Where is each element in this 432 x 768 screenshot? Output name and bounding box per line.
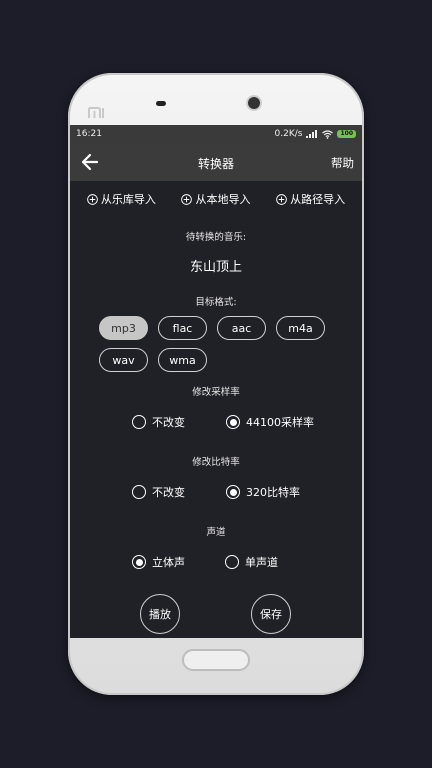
bit-rate-320-radio[interactable]: 320比特率 — [226, 484, 300, 500]
import-path-button[interactable]: 从路径导入 — [276, 191, 345, 207]
page-title: 转换器 — [197, 157, 234, 171]
target-format-label: 目标格式: — [195, 297, 237, 308]
radio-label: 不改变 — [152, 416, 185, 429]
import-local-label: 从本地导入 — [195, 193, 251, 206]
plus-circle-icon — [87, 193, 98, 205]
radio-label: 单声道 — [245, 556, 278, 569]
channel-options: 立体声 单声道 — [70, 554, 362, 570]
action-row: 播放 保存 — [70, 594, 362, 634]
radio-label: 44100采样率 — [246, 416, 314, 429]
format-mp3[interactable]: mp3 — [99, 316, 148, 340]
sample-rate-44100-radio[interactable]: 44100采样率 — [226, 414, 314, 430]
radio-unselected-icon — [132, 415, 146, 429]
channel-mono-radio[interactable]: 单声道 — [225, 554, 278, 570]
radio-unselected-icon — [225, 555, 239, 569]
play-button[interactable]: 播放 — [140, 594, 180, 634]
sample-rate-unchanged-radio[interactable]: 不改变 — [132, 414, 185, 430]
format-aac[interactable]: aac — [217, 316, 266, 340]
import-path-label: 从路径导入 — [290, 193, 346, 206]
radio-selected-icon — [226, 485, 240, 499]
import-library-label: 从乐库导入 — [100, 193, 156, 206]
mi-logo-icon — [88, 107, 104, 118]
import-local-button[interactable]: 从本地导入 — [181, 191, 250, 207]
home-button[interactable] — [182, 649, 250, 671]
plus-circle-icon — [181, 193, 193, 205]
wifi-icon — [322, 129, 334, 139]
bit-rate-unchanged-radio[interactable]: 不改变 — [132, 484, 185, 500]
sample-rate-options: 不改变 44100采样率 — [70, 414, 362, 430]
radio-label: 320比特率 — [246, 486, 300, 499]
bit-rate-options: 不改变 320比特率 — [70, 484, 362, 500]
radio-label: 立体声 — [152, 556, 185, 569]
status-bar: 16:21 0.2K/s 100 — [70, 125, 362, 143]
earpiece-speaker — [156, 101, 166, 106]
radio-selected-icon — [226, 415, 240, 429]
radio-selected-icon — [132, 555, 146, 569]
format-wav[interactable]: wav — [99, 348, 148, 372]
app-screen: 16:21 0.2K/s 100 转换器 帮助 从乐库导入 从本地导入 从路径导… — [70, 125, 362, 638]
plus-circle-icon — [276, 193, 287, 205]
channel-stereo-radio[interactable]: 立体声 — [132, 554, 185, 570]
network-speed: 0.2K/s — [274, 129, 303, 139]
help-button[interactable]: 帮助 — [331, 155, 354, 171]
channel-label: 声道 — [206, 527, 226, 538]
format-m4a[interactable]: m4a — [276, 316, 325, 340]
import-row: 从乐库导入 从本地导入 从路径导入 — [70, 181, 362, 211]
radio-unselected-icon — [132, 485, 146, 499]
signal-icon — [306, 130, 318, 138]
sample-rate-label: 修改采样率 — [192, 387, 240, 398]
pending-music-label: 待转换的音乐: — [185, 232, 247, 243]
bit-rate-label: 修改比特率 — [192, 457, 240, 468]
battery-icon: 100 — [337, 130, 356, 138]
front-camera — [248, 97, 260, 109]
save-button[interactable]: 保存 — [251, 594, 291, 634]
app-bar: 转换器 帮助 — [70, 143, 362, 181]
format-wma[interactable]: wma — [158, 348, 207, 372]
import-library-button[interactable]: 从乐库导入 — [87, 191, 156, 207]
format-flac[interactable]: flac — [158, 316, 207, 340]
format-options: mp3 flac aac m4a wav wma — [99, 316, 333, 372]
status-time: 16:21 — [76, 129, 102, 139]
radio-label: 不改变 — [152, 486, 185, 499]
song-title: 东山顶上 — [189, 260, 242, 275]
